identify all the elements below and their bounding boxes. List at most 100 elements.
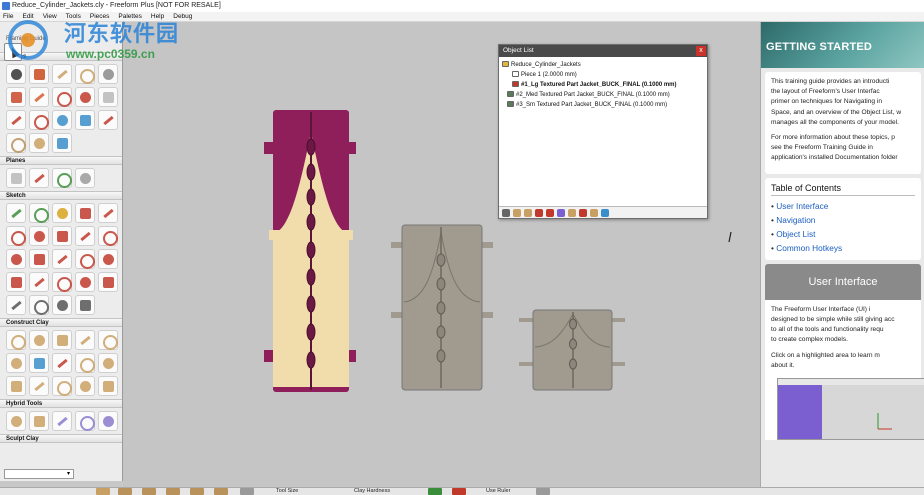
- brush-icon[interactable]: [96, 488, 110, 495]
- clay-surface-icon[interactable]: [29, 353, 49, 373]
- split-icon[interactable]: [29, 110, 49, 130]
- menu-debug[interactable]: Debug: [173, 12, 192, 21]
- sketch-swirl-icon[interactable]: [6, 272, 26, 292]
- sketch-dots-icon[interactable]: [98, 272, 118, 292]
- brush-icon[interactable]: [214, 488, 228, 495]
- clay-bowl-icon[interactable]: [52, 330, 72, 350]
- fan-icon[interactable]: [29, 133, 49, 153]
- piece-icon[interactable]: [513, 209, 521, 217]
- sketch-mesh-icon[interactable]: [52, 295, 72, 315]
- toc-link-navigation[interactable]: Navigation: [771, 213, 915, 227]
- menu-palettes[interactable]: Palettes: [118, 12, 142, 21]
- toc-link-common-hotkeys[interactable]: Common Hotkeys: [771, 241, 915, 255]
- clay-icon[interactable]: [524, 209, 532, 217]
- clay-blob-icon[interactable]: [29, 330, 49, 350]
- large-jacket-model[interactable]: [264, 110, 356, 392]
- sketch-icon[interactable]: [546, 209, 554, 217]
- clay-pipe-icon[interactable]: [98, 330, 118, 350]
- clay-chess-icon[interactable]: [6, 376, 26, 396]
- sketch-mirror-icon[interactable]: [52, 272, 72, 292]
- clay-ribbon-icon[interactable]: [6, 353, 26, 373]
- clay-hook-icon[interactable]: [75, 353, 95, 373]
- hybrid-bean-icon[interactable]: [6, 411, 26, 431]
- sketch-node-icon[interactable]: [75, 272, 95, 292]
- curve-loop-icon[interactable]: [29, 87, 49, 107]
- piece-visibility-icon[interactable]: [507, 101, 514, 108]
- pose-icon[interactable]: [568, 209, 576, 217]
- sketch-arc-icon[interactable]: [75, 226, 95, 246]
- sketch-curve-icon[interactable]: [75, 203, 95, 223]
- clay-wave-icon[interactable]: [6, 330, 26, 350]
- hybrid-cube-icon[interactable]: [52, 411, 72, 431]
- plane-stack-icon[interactable]: [75, 168, 95, 188]
- select-arrow-icon[interactable]: [6, 64, 26, 84]
- piece-visibility-icon[interactable]: [512, 81, 519, 88]
- sketch-point-icon[interactable]: [29, 203, 49, 223]
- toc-link-object-list[interactable]: Object List: [771, 227, 915, 241]
- sketch-lines-icon[interactable]: [52, 226, 72, 246]
- sweep-icon[interactable]: [52, 133, 72, 153]
- clay-extrude-icon[interactable]: [75, 330, 95, 350]
- ruler-icon[interactable]: [536, 488, 550, 495]
- brush-icon[interactable]: [118, 488, 132, 495]
- sketch-spline-icon[interactable]: [98, 203, 118, 223]
- knot-icon[interactable]: [6, 87, 26, 107]
- use-ruler-label[interactable]: Use Ruler: [486, 488, 510, 495]
- hardness-icon[interactable]: [452, 488, 466, 495]
- close-icon[interactable]: x: [696, 46, 706, 56]
- clay-twist-icon[interactable]: [98, 353, 118, 373]
- section-sketch[interactable]: Sketch: [0, 191, 122, 200]
- twist-icon[interactable]: [6, 110, 26, 130]
- plane-check-icon[interactable]: [52, 168, 72, 188]
- preview-sidebar-highlight[interactable]: [778, 384, 822, 439]
- curve-offset-icon[interactable]: [98, 110, 118, 130]
- small-jacket-model[interactable]: [519, 309, 625, 391]
- pipe-icon[interactable]: [52, 110, 72, 130]
- sketch-diag-icon[interactable]: [29, 226, 49, 246]
- menu-help[interactable]: Help: [151, 12, 164, 21]
- medium-jacket-model[interactable]: [391, 224, 493, 391]
- curve-edit-icon[interactable]: [75, 87, 95, 107]
- section-planes[interactable]: Planes: [0, 156, 122, 165]
- clay-ring-icon[interactable]: [52, 376, 72, 396]
- hybrid-block-icon[interactable]: [98, 411, 118, 431]
- sketch-hexagon-icon[interactable]: [52, 249, 72, 269]
- plane-icon[interactable]: [6, 168, 26, 188]
- brush-icon[interactable]: [240, 488, 254, 495]
- plane-icon[interactable]: [557, 209, 565, 217]
- ui-preview-image[interactable]: [777, 377, 924, 440]
- brush-icon[interactable]: [166, 488, 180, 495]
- menu-tools[interactable]: Tools: [66, 12, 81, 21]
- clay-spool-icon[interactable]: [98, 376, 118, 396]
- sketch-import-icon[interactable]: [75, 295, 95, 315]
- menu-pieces[interactable]: Pieces: [90, 12, 110, 21]
- object-tree-item[interactable]: #2_Med Textured Part Jacket_BUCK_FINAL (…: [502, 90, 704, 100]
- brush-icon[interactable]: [190, 488, 204, 495]
- clay-torus-icon[interactable]: [75, 376, 95, 396]
- plane-cut-icon[interactable]: [29, 168, 49, 188]
- sphere-clay-icon[interactable]: [75, 64, 95, 84]
- sketch-rect-icon[interactable]: [75, 249, 95, 269]
- hybrid-shell-icon[interactable]: [75, 411, 95, 431]
- clay-cup-icon[interactable]: [29, 376, 49, 396]
- brush-icon[interactable]: [142, 488, 156, 495]
- sketch-pencil-icon[interactable]: [52, 203, 72, 223]
- object-list-window[interactable]: Object List x Reduce_Cylinder_Jackets Pie…: [498, 44, 708, 219]
- sketch-star-icon[interactable]: [29, 249, 49, 269]
- piece-visibility-icon[interactable]: [512, 71, 519, 78]
- sketch-select-icon[interactable]: [6, 203, 26, 223]
- curve-icon[interactable]: [535, 209, 543, 217]
- piece-visibility-icon[interactable]: [507, 91, 514, 98]
- object-list-titlebar[interactable]: Object List x: [499, 45, 707, 57]
- select-tool-icon[interactable]: [4, 43, 22, 61]
- axis-icon[interactable]: [579, 209, 587, 217]
- folder-icon[interactable]: [502, 61, 509, 68]
- sketch-line-icon[interactable]: [6, 226, 26, 246]
- palette-dropdown[interactable]: ▾: [4, 469, 74, 479]
- sketch-text-icon[interactable]: [98, 249, 118, 269]
- tool-icon[interactable]: [502, 209, 510, 217]
- lattice-icon[interactable]: [6, 133, 26, 153]
- sketch-circle-icon[interactable]: [98, 226, 118, 246]
- curve-pen-icon[interactable]: [29, 64, 49, 84]
- object-tree-root[interactable]: Reduce_Cylinder_Jackets: [502, 60, 704, 70]
